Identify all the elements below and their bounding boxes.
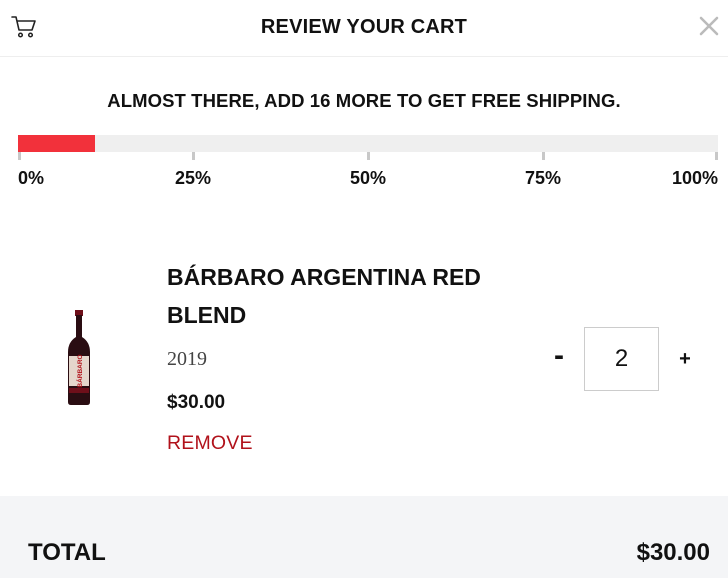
cart-footer: TOTAL $30.00 [0, 496, 728, 578]
shipping-progress-fill [18, 135, 95, 152]
progress-tick-label: 100% [672, 168, 719, 188]
increase-quantity-button[interactable]: + [675, 347, 695, 371]
progress-tick-label: 25% [175, 168, 212, 188]
product-price: $30.00 [167, 392, 226, 413]
total-value: $30.00 [636, 539, 710, 566]
bottle-label-text: BÁRBARO [75, 354, 84, 387]
free-shipping-message: ALMOST THERE, ADD 16 MORE TO GET FREE SH… [107, 90, 621, 111]
progress-tick-label: 75% [525, 168, 562, 188]
product-vintage: 2019 [167, 348, 207, 370]
progress-tick [18, 152, 21, 160]
cart-header: REVIEW YOUR CART [0, 0, 728, 57]
close-icon[interactable] [698, 15, 720, 37]
decrease-quantity-button[interactable]: - [548, 338, 570, 374]
progress-tick [192, 152, 195, 160]
progress-tick-label: 50% [350, 168, 387, 188]
cart-title: REVIEW YOUR CART [260, 16, 468, 38]
shipping-progress-bar [18, 135, 718, 152]
total-label: TOTAL [28, 539, 106, 566]
remove-item-button[interactable]: REMOVE [167, 432, 253, 455]
progress-tick [367, 152, 370, 160]
progress-tick [542, 152, 545, 160]
wine-bottle-image: BÁRBARO [68, 310, 90, 405]
product-name[interactable]: BÁRBARO ARGENTINA RED BLEND [167, 258, 527, 334]
progress-tick [715, 152, 718, 160]
quantity-input[interactable]: 2 [584, 327, 659, 391]
progress-tick-label: 0% [18, 168, 45, 188]
